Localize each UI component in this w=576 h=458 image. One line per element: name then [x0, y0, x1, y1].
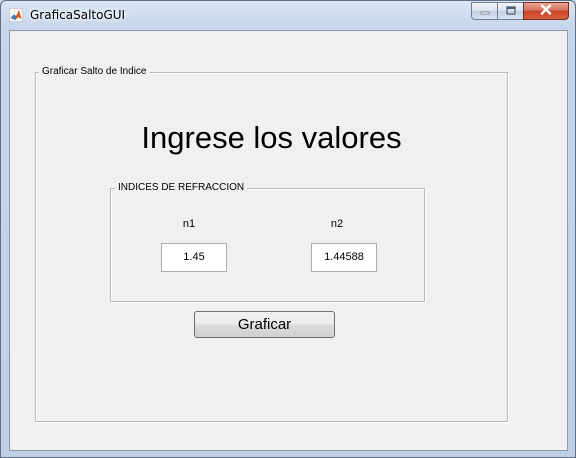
outer-panel-title: Graficar Salto de Indice — [39, 66, 150, 77]
window-title: GraficaSaltoGUI — [30, 8, 126, 22]
close-button[interactable] — [523, 2, 569, 20]
n1-input[interactable]: 1.45 — [161, 243, 227, 272]
outer-panel: Graficar Salto de Indice Ingrese los val… — [35, 66, 508, 422]
page-heading: Ingrese los valores — [141, 120, 402, 155]
minimize-icon — [480, 2, 490, 20]
maximize-button[interactable] — [497, 2, 523, 20]
app-window: GraficaSaltoGUI Graficar Salto de Indice… — [0, 0, 576, 458]
minimize-button[interactable] — [471, 2, 497, 20]
title-bar[interactable]: GraficaSaltoGUI — [1, 1, 575, 29]
figure-client-area: Graficar Salto de Indice Ingrese los val… — [9, 30, 568, 451]
graficar-button[interactable]: Graficar — [194, 311, 335, 338]
maximize-icon — [505, 2, 516, 20]
caption-buttons — [471, 2, 569, 20]
refraction-panel-title: INDICES DE REFRACCION — [115, 182, 248, 193]
close-icon — [540, 2, 552, 20]
refraction-panel: INDICES DE REFRACCION n1 n2 1.45 1.44588 — [110, 182, 425, 302]
matlab-icon — [8, 7, 24, 23]
n2-input[interactable]: 1.44588 — [311, 243, 377, 272]
n1-label: n1 — [182, 218, 196, 230]
n2-label: n2 — [330, 218, 344, 230]
